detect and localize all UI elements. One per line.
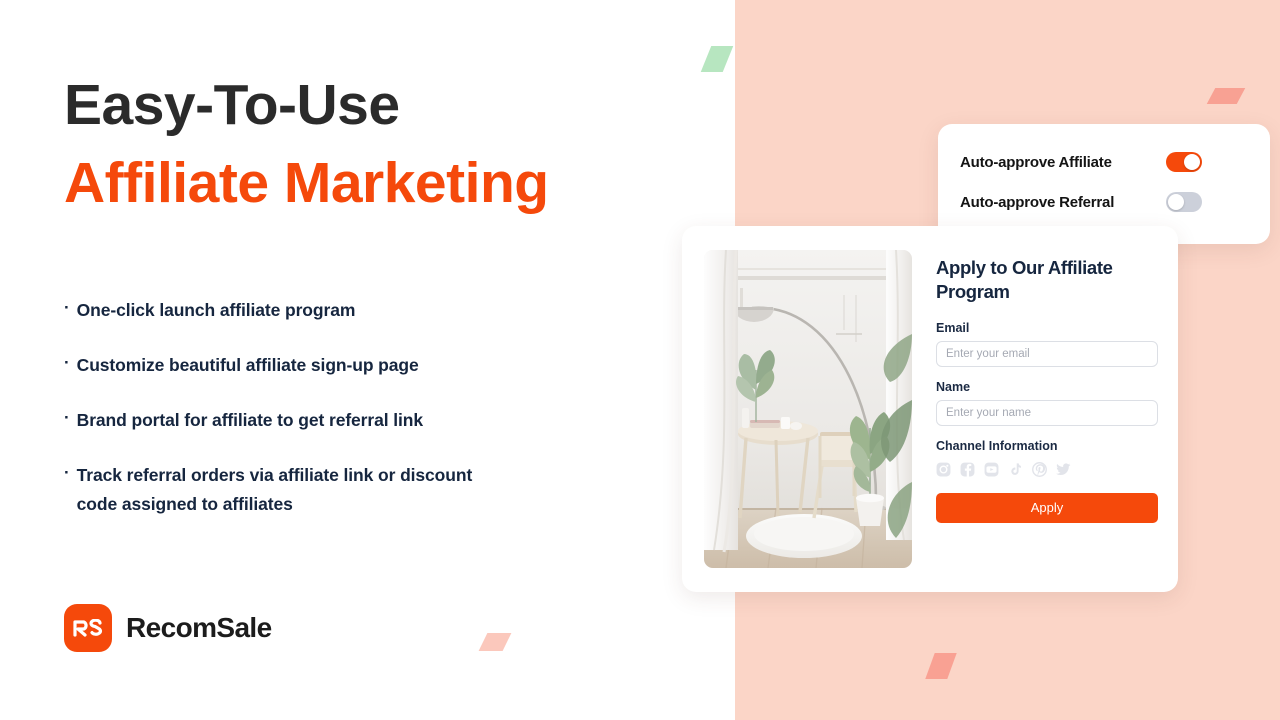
email-field[interactable]	[936, 340, 1158, 367]
pinterest-icon[interactable]	[1032, 461, 1047, 477]
auto-approve-affiliate-toggle[interactable]	[1166, 152, 1202, 172]
feature-bullet-list: · One-click launch affiliate program · C…	[64, 296, 664, 544]
setting-row-auto-approve-referral: Auto-approve Referral	[960, 182, 1248, 222]
bullet-marker-icon: ·	[64, 352, 70, 372]
youtube-icon[interactable]	[984, 462, 999, 477]
twitter-icon[interactable]	[1056, 462, 1071, 477]
email-field-label: Email	[936, 320, 970, 335]
brand-logo: RecomSale	[64, 604, 272, 652]
brand-name: RecomSale	[126, 612, 272, 643]
list-item: · Customize beautiful affiliate sign-up …	[64, 351, 664, 380]
affiliate-application-card: Apply to Our Affiliate Program Email Nam…	[682, 226, 1178, 592]
bullet-text: One-click launch affiliate program	[76, 300, 356, 320]
setting-label: Auto-approve Affiliate	[960, 153, 1112, 171]
bullet-marker-icon: ·	[64, 462, 70, 482]
green-parallelogram-decoration	[700, 46, 734, 72]
setting-label: Auto-approve Referral	[960, 193, 1115, 211]
bullet-marker-icon: ·	[64, 298, 70, 317]
tiktok-icon[interactable]	[1008, 462, 1023, 477]
toggle-knob	[1184, 154, 1200, 170]
list-item: · Brand portal for affiliate to get refe…	[64, 406, 664, 435]
toggle-knob	[1168, 194, 1184, 210]
auto-approve-referral-toggle[interactable]	[1166, 192, 1202, 212]
bullet-text: Brand portal for affiliate to get referr…	[76, 409, 424, 430]
left-content-column: Easy-To-Use Affiliate Marketing · One-cl…	[64, 0, 704, 720]
bullet-text: Customize beautiful affiliate sign-up pa…	[76, 354, 419, 375]
headline-line-1: Easy-To-Use	[64, 73, 400, 137]
channel-information-label: Channel Information	[936, 438, 1058, 453]
name-field-label: Name	[936, 379, 971, 394]
setting-row-auto-approve-affiliate: Auto-approve Affiliate	[960, 142, 1248, 182]
application-form: Apply to Our Affiliate Program Email Nam…	[936, 256, 1158, 523]
form-title: Apply to Our Affiliate Program	[936, 257, 1113, 303]
social-channel-icons	[936, 461, 1158, 477]
bullet-marker-icon: ·	[64, 407, 70, 427]
facebook-icon[interactable]	[960, 462, 975, 477]
interior-room-photo	[704, 250, 912, 568]
headline-block: Easy-To-Use Affiliate Marketing	[64, 73, 704, 215]
bullet-text: Track referral orders via affiliate link…	[76, 464, 473, 514]
rs-logo-icon	[64, 604, 112, 652]
instagram-icon[interactable]	[936, 462, 951, 477]
list-item: · One-click launch affiliate program	[64, 296, 664, 325]
headline-line-2: Affiliate Marketing	[64, 150, 549, 215]
list-item: · Track referral orders via affiliate li…	[64, 461, 664, 519]
name-field[interactable]	[936, 399, 1158, 426]
apply-button[interactable]: Apply	[936, 492, 1158, 523]
